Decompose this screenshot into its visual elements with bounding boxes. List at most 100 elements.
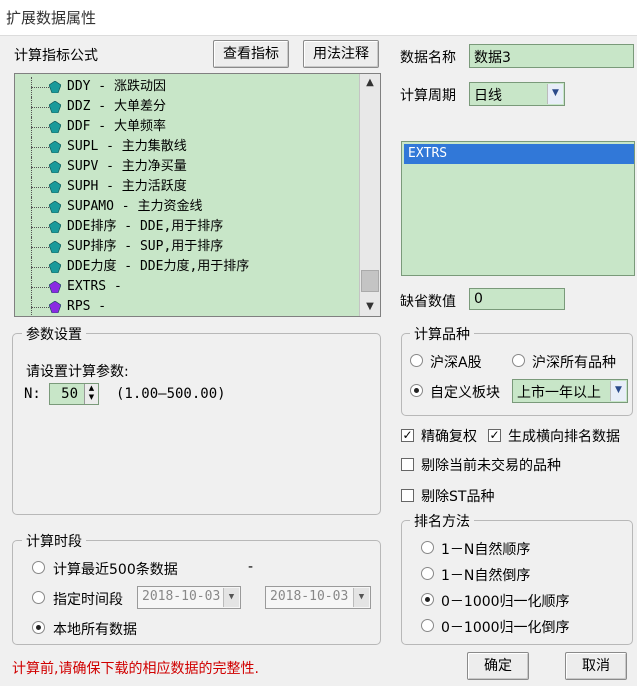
rank-opt4-label[interactable]: 0－1000归一化倒序 xyxy=(441,617,570,637)
formula-item-label: SUP排序 - SUP,用于排序 xyxy=(67,239,224,254)
formula-item-label: EXTRS - xyxy=(67,279,122,294)
param-n-spinner[interactable]: ▲ ▼ xyxy=(84,384,98,404)
ok-button[interactable]: 确定 xyxy=(467,652,529,680)
formula-item-label: DDF - 大单频率 xyxy=(67,119,166,134)
title-bar: 扩展数据属性 xyxy=(0,0,637,36)
window-title: 扩展数据属性 xyxy=(6,9,97,27)
cycle-dropdown-icon[interactable]: ▼ xyxy=(547,84,563,104)
formula-gem-icon xyxy=(49,81,61,93)
data-name-input[interactable]: 数据3 xyxy=(469,44,634,68)
period-range-label[interactable]: 指定时间段 xyxy=(53,589,123,609)
variety-all-label[interactable]: 沪深所有品种 xyxy=(532,352,616,372)
formula-list-item[interactable]: SUPV - 主力净买量 xyxy=(15,157,360,177)
formula-list-item[interactable]: RPS - xyxy=(15,297,360,316)
exclude-st-label[interactable]: 剔除ST品种 xyxy=(421,486,494,506)
exclude-untraded-label[interactable]: 剔除当前未交易的品种 xyxy=(421,455,561,475)
scroll-thumb[interactable] xyxy=(361,270,379,292)
formula-gem-icon xyxy=(49,261,61,273)
variety-a-radio[interactable] xyxy=(410,354,423,371)
rank-opt1-label[interactable]: 1－N自然顺序 xyxy=(441,539,530,559)
integrity-warning: 计算前,请确保下载的相应数据的完整性. xyxy=(12,661,259,677)
date-from-dropdown-icon[interactable]: ▼ xyxy=(223,588,239,607)
gen-rank-label[interactable]: 生成横向排名数据 xyxy=(508,426,620,446)
exact-rights-label[interactable]: 精确复权 xyxy=(421,426,477,446)
variety-group-title: 计算品种 xyxy=(410,324,474,344)
view-formula-button[interactable]: 查看指标 xyxy=(213,40,289,68)
formula-item-label: DDE排序 - DDE,用于排序 xyxy=(67,219,224,234)
formula-gem-icon xyxy=(49,141,61,153)
formula-gem-icon xyxy=(49,161,61,173)
spin-up-icon[interactable]: ▲ xyxy=(85,384,98,393)
formula-list-item[interactable]: SUPAMO - 主力资金线 xyxy=(15,197,360,217)
user-formula-gem-icon xyxy=(49,301,61,313)
date-from-value: 2018-10-03 xyxy=(142,589,221,604)
formula-gem-icon xyxy=(49,181,61,193)
formula-item-label: DDY - 涨跌动因 xyxy=(67,79,166,94)
date-to-dropdown-icon[interactable]: ▼ xyxy=(353,588,369,607)
formula-gem-icon xyxy=(49,121,61,133)
data-listbox[interactable]: EXTRS xyxy=(401,141,635,276)
list-item-selected[interactable]: EXTRS xyxy=(404,144,634,164)
formula-item-label: SUPAMO - 主力资金线 xyxy=(67,199,203,214)
date-to-picker[interactable]: 2018-10-03 ▼ xyxy=(265,586,371,609)
exclude-st-checkbox[interactable] xyxy=(401,489,414,502)
rank-opt2-label[interactable]: 1－N自然倒序 xyxy=(441,565,530,585)
custom-block-select[interactable]: 上市一年以上 ▼ xyxy=(512,379,628,403)
formula-item-label: SUPH - 主力活跃度 xyxy=(67,179,187,194)
user-formula-gem-icon xyxy=(49,281,61,293)
rank-opt2-radio[interactable] xyxy=(421,567,434,584)
cancel-button[interactable]: 取消 xyxy=(565,652,627,680)
formula-item-label: RPS - xyxy=(67,299,107,314)
custom-block-value: 上市一年以上 xyxy=(517,385,601,401)
variety-custom-radio[interactable] xyxy=(410,384,423,401)
formula-item-label: SUPL - 主力集散线 xyxy=(67,139,187,154)
exact-rights-checkbox[interactable]: ✓ xyxy=(401,429,414,442)
period-all-label[interactable]: 本地所有数据 xyxy=(53,619,137,639)
formula-list-item[interactable]: DDY - 涨跌动因 xyxy=(15,77,360,97)
variety-custom-label[interactable]: 自定义板块 xyxy=(430,382,500,402)
formula-item-label: SUPV - 主力净买量 xyxy=(67,159,187,174)
formula-tree[interactable]: DDY - 涨跌动因 DDZ - 大单差分 DDF - 大单频率 SUPL - 主力集… xyxy=(14,73,381,317)
rank-opt1-radio[interactable] xyxy=(421,541,434,558)
scroll-up-icon[interactable]: ▲ xyxy=(360,74,380,92)
cycle-value: 日线 xyxy=(474,88,502,104)
date-to-value: 2018-10-03 xyxy=(270,589,349,604)
exclude-untraded-checkbox[interactable] xyxy=(401,458,414,471)
spin-down-icon[interactable]: ▼ xyxy=(85,393,98,402)
formula-list-item[interactable]: SUP排序 - SUP,用于排序 xyxy=(15,237,360,257)
period-range-radio[interactable] xyxy=(32,591,45,608)
rank-group-title: 排名方法 xyxy=(410,511,474,531)
usage-notes-button[interactable]: 用法注释 xyxy=(303,40,379,68)
variety-group xyxy=(401,333,633,416)
rank-opt3-radio[interactable] xyxy=(421,593,434,610)
formula-tree-scrollbar[interactable]: ▲ ▼ xyxy=(359,74,380,316)
variety-a-label[interactable]: 沪深A股 xyxy=(430,352,482,372)
formula-list-item[interactable]: SUPL - 主力集散线 xyxy=(15,137,360,157)
rank-opt4-radio[interactable] xyxy=(421,619,434,636)
formula-item-label: DDZ - 大单差分 xyxy=(67,99,166,114)
custom-block-dropdown-icon[interactable]: ▼ xyxy=(610,381,626,401)
param-n-label: N: xyxy=(24,386,41,402)
scroll-down-icon[interactable]: ▼ xyxy=(360,298,380,316)
rank-opt3-label[interactable]: 0－1000归一化顺序 xyxy=(441,591,570,611)
formula-list-item[interactable]: DDE力度 - DDE力度,用于排序 xyxy=(15,257,360,277)
formula-list-item[interactable]: EXTRS - xyxy=(15,277,360,297)
params-group-title: 参数设置 xyxy=(22,324,86,344)
date-from-picker[interactable]: 2018-10-03 ▼ xyxy=(137,586,241,609)
formula-list-item[interactable]: DDF - 大单频率 xyxy=(15,117,360,137)
formula-gem-icon xyxy=(49,201,61,213)
period-all-radio[interactable] xyxy=(32,621,45,638)
missing-value-input[interactable]: 0 xyxy=(469,288,565,310)
formula-list-item[interactable]: DDE排序 - DDE,用于排序 xyxy=(15,217,360,237)
param-n-range: (1.00—500.00) xyxy=(116,386,226,402)
period-recent-radio[interactable] xyxy=(32,561,45,578)
gen-rank-checkbox[interactable]: ✓ xyxy=(488,429,501,442)
formula-list-item[interactable]: DDZ - 大单差分 xyxy=(15,97,360,117)
cycle-select[interactable]: 日线 ▼ xyxy=(469,82,565,106)
cycle-label: 计算周期 xyxy=(400,88,456,104)
period-recent-label[interactable]: 计算最近500条数据 xyxy=(53,559,178,579)
formula-label: 计算指标公式 xyxy=(14,48,98,64)
variety-all-radio[interactable] xyxy=(512,354,525,371)
data-name-label: 数据名称 xyxy=(400,50,456,66)
formula-list-item[interactable]: SUPH - 主力活跃度 xyxy=(15,177,360,197)
